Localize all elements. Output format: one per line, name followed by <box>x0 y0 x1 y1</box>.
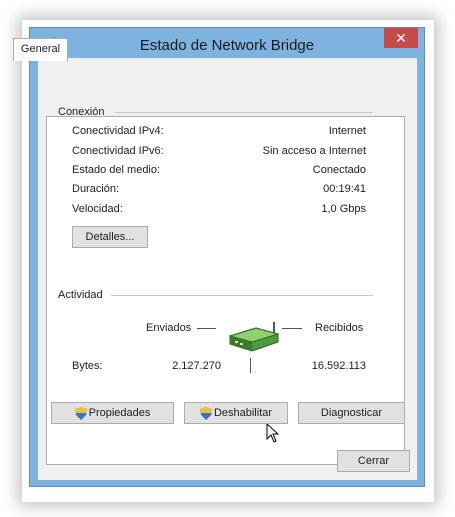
close-window-button[interactable]: ✕ <box>384 28 418 48</box>
bytes-received-value: 16.592.113 <box>311 360 366 372</box>
speed-value: 1,0 Gbps <box>321 203 366 215</box>
network-adapter-icon <box>228 322 280 352</box>
window-title: Estado de Network Bridge <box>139 37 315 54</box>
tab-general[interactable]: General <box>13 38 68 61</box>
activity-group-title: Actividad <box>58 289 103 301</box>
bytes-label: Bytes: <box>72 360 103 372</box>
details-button[interactable]: Detalles... <box>72 226 148 248</box>
diagnose-button[interactable]: Diagnosticar <box>298 402 405 424</box>
speed-label: Velocidad: <box>72 203 123 215</box>
properties-label: Propiedades <box>88 407 151 419</box>
mouse-cursor-icon <box>266 423 279 443</box>
properties-button[interactable]: Propiedades <box>51 402 174 424</box>
panel-content: Conexión Conectividad IPv4: Internet Con… <box>38 88 405 443</box>
connection-group-title: Conexión <box>58 106 105 118</box>
ipv6-value: Sin acceso a Internet <box>262 145 366 157</box>
media-state-value: Conectado <box>312 164 366 176</box>
duration-label: Duración: <box>72 183 120 195</box>
sent-line <box>197 328 216 329</box>
received-line <box>282 328 302 329</box>
ipv4-label: Conectividad IPv4: <box>72 125 164 137</box>
received-label: Recibidos <box>315 322 364 334</box>
activity-divider <box>111 295 373 296</box>
bytes-sent-value: 2.127.270 <box>172 360 221 372</box>
adapter-stem <box>250 358 251 373</box>
duration-value: 00:19:41 <box>323 183 366 195</box>
ipv6-label: Conectividad IPv6: <box>72 145 164 157</box>
disable-label: Deshabilitar <box>213 407 273 419</box>
close-button[interactable]: Cerrar <box>337 450 410 472</box>
shield-icon <box>199 406 212 420</box>
shield-icon <box>74 406 87 420</box>
close-icon: ✕ <box>395 30 407 46</box>
media-state-label: Estado del medio: <box>72 164 161 176</box>
connection-divider <box>115 112 373 113</box>
ipv4-value: Internet <box>328 125 366 137</box>
sent-label: Enviados <box>146 322 192 334</box>
disable-button[interactable]: Deshabilitar <box>184 402 288 424</box>
